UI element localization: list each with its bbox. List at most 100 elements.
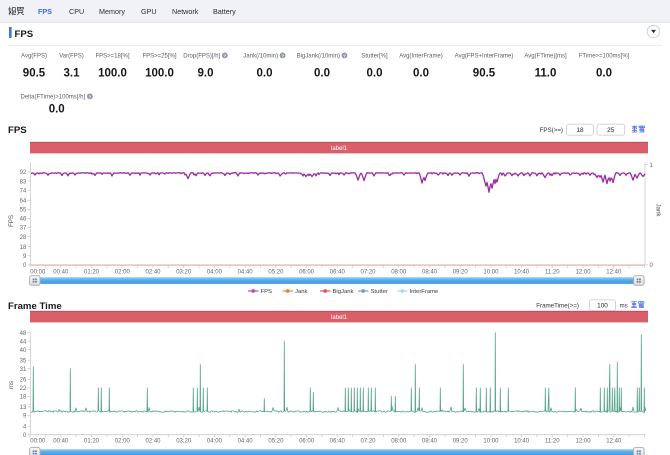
svg-text:FTime>=100ms[%]: FTime>=100ms[%] <box>579 54 630 60</box>
svg-text:Avg(FPS+InterFrame): Avg(FPS+InterFrame) <box>455 54 514 60</box>
svg-text:00:40: 00:40 <box>53 439 69 445</box>
svg-text:83: 83 <box>20 179 27 185</box>
svg-text:08:40: 08:40 <box>422 439 438 445</box>
svg-text:3.1: 3.1 <box>64 68 81 80</box>
svg-text:12:00: 12:00 <box>576 439 592 445</box>
svg-text:10:40: 10:40 <box>514 269 530 275</box>
svg-text:Jank(/10min): Jank(/10min) <box>243 54 278 60</box>
svg-text:00:00: 00:00 <box>30 439 46 445</box>
svg-text:Var(FPS): Var(FPS) <box>59 54 84 60</box>
svg-text:04:00: 04:00 <box>207 439 223 445</box>
svg-text:FPS: FPS <box>8 125 27 136</box>
svg-text:00:00: 00:00 <box>30 269 46 275</box>
svg-text:0.0: 0.0 <box>413 68 429 80</box>
svg-text:46: 46 <box>20 217 27 223</box>
svg-text:40: 40 <box>20 348 27 354</box>
svg-text:04:40: 04:40 <box>238 439 254 445</box>
svg-text:37: 37 <box>20 226 27 232</box>
svg-text:Avg(InterFrame): Avg(InterFrame) <box>399 54 443 60</box>
svg-text:05:20: 05:20 <box>268 439 284 445</box>
svg-text:0.0: 0.0 <box>367 68 383 80</box>
svg-text:01:20: 01:20 <box>84 269 100 275</box>
svg-text:10:00: 10:00 <box>483 269 499 275</box>
svg-text:BigJank: BigJank <box>333 289 354 295</box>
svg-text:Jank: Jank <box>295 289 307 295</box>
svg-text:FPS: FPS <box>15 29 34 40</box>
svg-text:label1: label1 <box>331 146 348 152</box>
svg-text:74: 74 <box>20 188 27 194</box>
svg-text:Stutter: Stutter <box>371 289 388 295</box>
svg-text:11.0: 11.0 <box>535 68 557 80</box>
svg-text:35: 35 <box>20 358 27 364</box>
svg-text:InterFrame: InterFrame <box>410 289 440 295</box>
svg-text:07:20: 07:20 <box>360 439 376 445</box>
svg-text:Frame Time: Frame Time <box>8 301 62 312</box>
svg-text:FPS: FPS <box>261 289 273 295</box>
svg-text:Jank: Jank <box>655 203 662 217</box>
svg-text:08:40: 08:40 <box>422 269 438 275</box>
svg-text:02:00: 02:00 <box>115 439 131 445</box>
svg-text:08:00: 08:00 <box>391 269 407 275</box>
svg-text:25: 25 <box>607 127 615 134</box>
svg-text:FPS: FPS <box>38 7 52 16</box>
svg-text:03:20: 03:20 <box>176 439 192 445</box>
svg-text:Avg(FPS): Avg(FPS) <box>21 54 47 60</box>
svg-text:100: 100 <box>597 303 608 310</box>
svg-text:10:40: 10:40 <box>514 439 530 445</box>
svg-text:Drop(FPS)[/h]: Drop(FPS)[/h] <box>183 54 220 60</box>
svg-text:Stutter[%]: Stutter[%] <box>361 54 388 60</box>
svg-text:28: 28 <box>20 235 27 241</box>
svg-text:BigJank(/10min): BigJank(/10min) <box>297 54 340 60</box>
svg-text:07:20: 07:20 <box>360 269 376 275</box>
svg-text:FPS>=18[%]: FPS>=18[%] <box>95 54 129 60</box>
svg-text:09:20: 09:20 <box>453 439 469 445</box>
svg-text:0.0: 0.0 <box>596 68 612 80</box>
svg-text:06:40: 06:40 <box>330 269 346 275</box>
svg-text:9.0: 9.0 <box>198 68 214 80</box>
svg-text:Delta(FTime)>100ms[/h]: Delta(FTime)>100ms[/h] <box>21 95 86 101</box>
svg-text:44: 44 <box>20 339 27 345</box>
svg-text:00:40: 00:40 <box>53 269 69 275</box>
svg-text:13: 13 <box>20 405 27 411</box>
svg-text:FrameTime(>=): FrameTime(>=) <box>536 302 579 309</box>
svg-text:18: 18 <box>20 245 27 251</box>
svg-text:10:00: 10:00 <box>483 439 499 445</box>
svg-text:12:40: 12:40 <box>606 439 622 445</box>
svg-text:04:00: 04:00 <box>207 269 223 275</box>
svg-text:31: 31 <box>20 367 27 373</box>
svg-text:05:20: 05:20 <box>268 269 284 275</box>
svg-text:03:20: 03:20 <box>176 269 192 275</box>
svg-text:FPS(>=): FPS(>=) <box>540 127 563 134</box>
svg-text:26: 26 <box>20 378 27 384</box>
svg-text:11:20: 11:20 <box>545 439 560 445</box>
svg-text:22: 22 <box>20 386 27 392</box>
svg-text:0.0: 0.0 <box>49 104 65 116</box>
svg-text:90.5: 90.5 <box>23 68 46 80</box>
svg-text:01:20: 01:20 <box>84 439 100 445</box>
svg-text:92: 92 <box>20 170 27 176</box>
svg-text:CPU: CPU <box>69 7 84 16</box>
svg-text:48: 48 <box>20 331 27 337</box>
svg-text:100.0: 100.0 <box>98 68 127 80</box>
svg-text:90.5: 90.5 <box>473 68 496 80</box>
svg-text:ms: ms <box>620 302 628 309</box>
svg-text:0.0: 0.0 <box>314 68 330 80</box>
svg-text:Memory: Memory <box>99 7 125 16</box>
svg-text:02:40: 02:40 <box>145 439 161 445</box>
svg-text:11:20: 11:20 <box>545 269 560 275</box>
svg-text:GPU: GPU <box>141 7 157 16</box>
svg-text:Network: Network <box>172 7 199 16</box>
svg-text:18: 18 <box>576 127 584 134</box>
svg-text:Avg(FTime)[ms]: Avg(FTime)[ms] <box>524 54 567 60</box>
svg-text:?: ? <box>281 53 284 58</box>
svg-text:08:00: 08:00 <box>391 439 407 445</box>
svg-text:55: 55 <box>20 208 27 214</box>
svg-text:12:00: 12:00 <box>576 269 592 275</box>
svg-text:ms: ms <box>8 381 15 389</box>
svg-text:0.0: 0.0 <box>257 68 273 80</box>
svg-text:18: 18 <box>20 395 27 401</box>
svg-text:label1: label1 <box>331 315 348 321</box>
svg-text:02:00: 02:00 <box>115 269 131 275</box>
svg-text:?: ? <box>223 53 226 58</box>
svg-text:100.0: 100.0 <box>145 68 174 80</box>
